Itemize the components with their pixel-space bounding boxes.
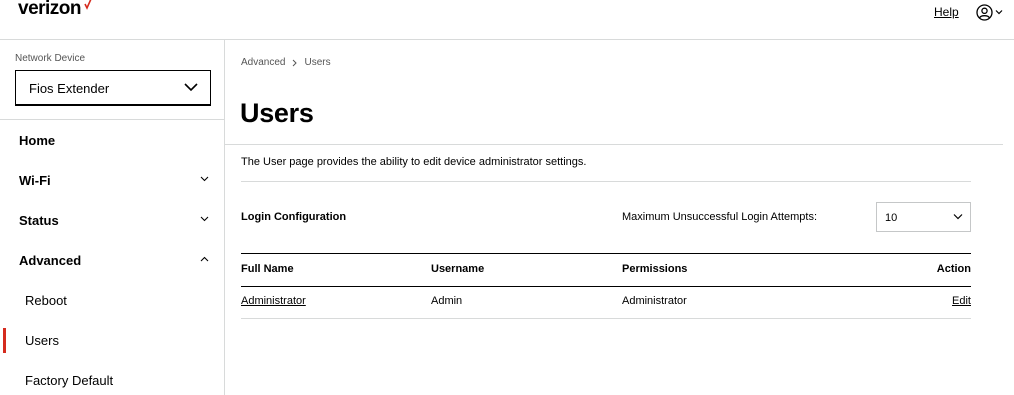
sidebar-item-label: Status <box>19 213 59 228</box>
chevron-down-icon <box>953 214 963 220</box>
chevron-right-icon <box>292 59 298 67</box>
breadcrumb: Advanced Users <box>241 57 331 68</box>
user-permissions: Administrator <box>622 295 687 307</box>
edit-user-link[interactable]: Edit <box>952 295 971 307</box>
sidebar-item-wifi[interactable]: Wi-Fi <box>0 160 224 200</box>
sidebar-subitem-factory-default[interactable]: Factory Default <box>0 360 224 395</box>
network-device-select[interactable]: Fios Extender <box>15 70 211 106</box>
help-link[interactable]: Help <box>934 5 959 19</box>
sidebar-item-status[interactable]: Status <box>0 200 224 240</box>
sidebar-item-label: Home <box>19 133 56 148</box>
table-row-border <box>241 318 971 319</box>
network-device-label: Network Device <box>15 53 86 64</box>
column-header-username: Username <box>431 263 485 275</box>
chevron-down-icon <box>200 176 209 182</box>
user-menu-button[interactable] <box>976 3 1003 21</box>
chevron-down-icon <box>184 83 198 92</box>
sidebar-item-label: Wi-Fi <box>19 173 51 188</box>
verizon-logo[interactable]: verizon <box>18 0 92 20</box>
chevron-down-icon <box>200 216 209 222</box>
sidebar-subitem-label: Factory Default <box>25 373 114 388</box>
logo-text: verizon <box>18 0 82 19</box>
page-description: The User page provides the ability to ed… <box>241 156 587 168</box>
user-full-name-link[interactable]: Administrator <box>241 295 306 307</box>
sidebar-subitem-reboot[interactable]: Reboot <box>0 280 224 320</box>
page-title: Users <box>240 98 314 128</box>
logo-check-icon <box>84 0 92 10</box>
chevron-down-icon <box>995 10 1003 15</box>
max-attempts-select[interactable]: 10 <box>876 202 971 232</box>
main-content: Advanced Users Users The User page provi… <box>225 40 1014 395</box>
max-attempts-label: Maximum Unsuccessful Login Attempts: <box>622 211 818 223</box>
sidebar-item-home[interactable]: Home <box>0 120 224 160</box>
title-divider <box>225 144 1003 145</box>
breadcrumb-item-advanced[interactable]: Advanced <box>241 57 285 68</box>
table-top-border <box>241 253 971 254</box>
chevron-up-icon <box>200 256 209 262</box>
sidebar: Network Device Fios Extender Home Wi-Fi … <box>0 40 225 395</box>
user-username: Admin <box>431 295 463 307</box>
network-device-value: Fios Extender <box>29 81 110 96</box>
max-attempts-value: 10 <box>885 212 898 224</box>
sidebar-subitem-users[interactable]: Users <box>0 320 224 360</box>
sidebar-item-label: Advanced <box>19 253 82 268</box>
top-header: verizon Help <box>0 0 1014 40</box>
sidebar-item-advanced[interactable]: Advanced <box>0 240 224 280</box>
section-divider <box>241 181 971 182</box>
sidebar-subitem-label: Users <box>25 333 59 348</box>
column-header-full-name: Full Name <box>241 263 294 275</box>
login-configuration-label: Login Configuration <box>241 211 347 223</box>
user-circle-icon <box>976 3 993 21</box>
column-header-permissions: Permissions <box>622 263 688 275</box>
breadcrumb-item-users: Users <box>304 57 331 68</box>
table-header-border <box>241 286 971 287</box>
sidebar-subitem-label: Reboot <box>25 293 67 308</box>
column-header-action: Action <box>936 263 971 275</box>
